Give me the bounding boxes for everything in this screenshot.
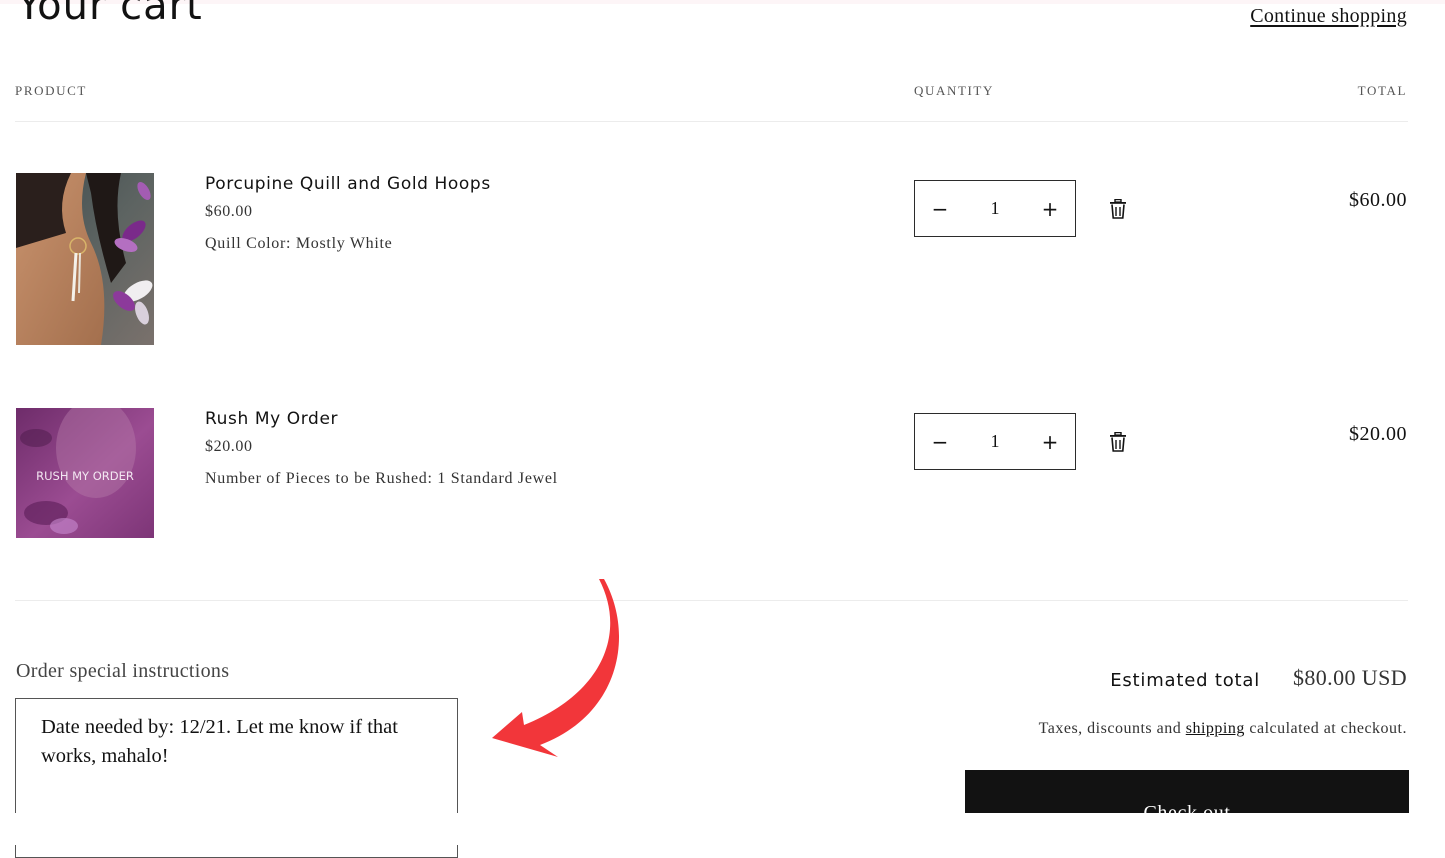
items-divider [15,600,1408,601]
estimated-total-value: $80.00 USD [1292,665,1407,690]
product-image[interactable]: RUSH MY ORDER [16,408,154,538]
item-name-link[interactable]: Rush My Order [205,409,565,429]
item-price: $60.00 [205,203,253,220]
quantity-increase-button[interactable]: + [1025,414,1075,469]
item-option: Quill Color: Mostly White [205,235,393,252]
column-header-total: TOTAL [1357,83,1407,98]
instructions-label: Order special instructions [16,660,230,682]
tax-note: Taxes, discounts and shipping calculated… [1039,720,1407,738]
column-header-product: PRODUCT [15,83,87,98]
rush-image-text: RUSH MY ORDER [36,469,134,483]
item-name-link[interactable]: Porcupine Quill and Gold Hoops [205,174,565,194]
header-divider [15,121,1408,122]
tax-note-prefix: Taxes, discounts and [1038,720,1186,737]
trash-icon[interactable] [1109,199,1127,219]
quantity-increase-button[interactable]: + [1025,181,1075,236]
product-image[interactable] [16,173,154,345]
annotation-arrow-icon [492,579,620,757]
tax-note-suffix: calculated at checkout. [1244,720,1407,737]
item-details: Rush My Order $20.00 Number of Pieces to… [205,408,565,492]
top-strip [0,0,1445,4]
quantity-input[interactable] [965,430,1025,453]
shipping-link[interactable]: shipping [1186,720,1245,737]
item-price: $20.00 [205,438,253,455]
column-header-quantity: QUANTITY [914,83,994,98]
trash-icon[interactable] [1109,432,1127,452]
estimated-total-label: Estimated total [1110,670,1260,691]
quantity-decrease-button[interactable]: − [915,414,965,469]
page-bottom-clip [0,813,1445,845]
quantity-decrease-button[interactable]: − [915,181,965,236]
quantity-stepper: − + [914,413,1076,470]
quantity-input[interactable] [965,197,1025,220]
item-option: Number of Pieces to be Rushed: 1 Standar… [205,470,558,487]
item-details: Porcupine Quill and Gold Hoops $60.00 Qu… [205,173,565,257]
item-line-total: $20.00 [1349,423,1407,445]
item-line-total: $60.00 [1349,189,1407,211]
page-title: Your cart [17,0,203,29]
quantity-stepper: − + [914,180,1076,237]
continue-shopping-link[interactable]: Continue shopping [1250,5,1407,28]
